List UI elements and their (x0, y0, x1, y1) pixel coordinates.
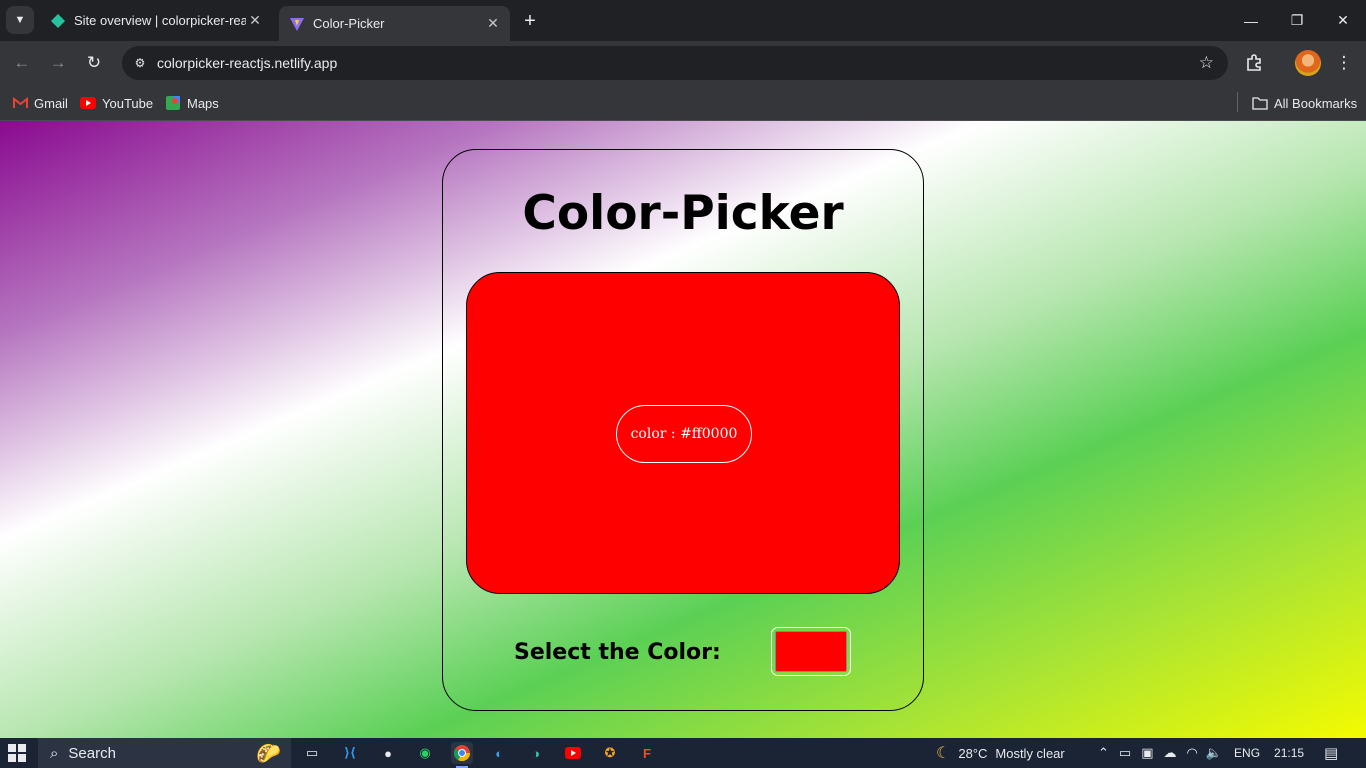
badge-app-icon[interactable]: ✪ (599, 742, 621, 764)
notifications-button[interactable]: ▤ (1324, 738, 1338, 768)
folder-icon (1252, 95, 1268, 111)
address-bar[interactable]: ⚙ colorpicker-reactjs.netlify.app ☆ (122, 46, 1228, 80)
bookmark-youtube[interactable]: YouTube (80, 92, 153, 114)
maps-icon (165, 95, 181, 111)
clock[interactable]: 21:15 (1274, 746, 1304, 760)
github-icon[interactable]: ● (377, 742, 399, 764)
edge-icon[interactable]: ◑ (525, 742, 547, 764)
system-tray[interactable]: ⌃ ▭ ▣ ☁ ◠ 🔈 ENG 21:15 (1098, 738, 1304, 768)
language-indicator[interactable]: ENG (1234, 746, 1260, 760)
browser-toolbar: ← → ↻ ⚙ colorpicker-reactjs.netlify.app … (0, 41, 1366, 85)
search-placeholder: Search (68, 744, 116, 762)
minimize-icon: — (1244, 12, 1258, 29)
notification-icon: ▤ (1324, 745, 1339, 762)
edge-icon[interactable]: ◐ (488, 742, 510, 764)
bookmark-maps[interactable]: Maps (165, 92, 219, 114)
windows-start-button[interactable] (8, 744, 26, 762)
more-vert-icon: ⋮ (1335, 53, 1353, 72)
taco-icon: 🌮 (256, 743, 281, 765)
close-window-button[interactable]: ✕ (1320, 0, 1366, 41)
tune-icon: ⚙ (134, 56, 146, 70)
color-preview: color : #ff0000 (466, 272, 900, 594)
color-value-label: color : #ff0000 (616, 405, 752, 463)
cloud-error-icon: ☁ (1163, 745, 1177, 760)
select-color-label: Select the Color: (514, 640, 721, 665)
close-tab-icon[interactable]: ✕ (246, 12, 264, 30)
vscode-icon[interactable]: ⟩⟨ (339, 742, 361, 764)
chevron-down-icon: ▼ (14, 14, 26, 26)
forward-button[interactable]: → (44, 49, 72, 77)
profile-avatar[interactable] (1295, 50, 1321, 76)
color-picker-card: Color-Picker color : #ff0000 Select the … (442, 149, 924, 711)
puzzle-icon (1247, 54, 1261, 71)
bookmark-gmail[interactable]: Gmail (12, 92, 68, 114)
color-input[interactable] (771, 627, 851, 676)
figma-icon[interactable]: F (636, 742, 658, 764)
arrow-left-icon: ← (13, 53, 31, 72)
gmail-icon (12, 95, 28, 111)
bookmark-star-icon[interactable]: ☆ (1199, 53, 1214, 73)
battery-icon: ▭ (1118, 745, 1132, 760)
tab-site-overview[interactable]: Site overview | colorpicker-react ✕ (40, 6, 272, 35)
moon-cloud-icon: ☾ (936, 745, 951, 762)
tab-strip: ▼ Site overview | colorpicker-react ✕ Co… (0, 0, 1366, 41)
all-bookmarks[interactable]: All Bookmarks (1252, 92, 1357, 114)
chevron-up-icon[interactable]: ⌃ (1098, 745, 1109, 761)
chrome-logo (454, 745, 470, 761)
weather-temp: 28°C (958, 745, 988, 761)
tab-title: Color-Picker (313, 16, 385, 31)
bookmarks-divider (1237, 92, 1238, 112)
bookmarks-bar: Gmail YouTube Maps All Bookmarks (0, 85, 1366, 121)
bookmark-label: Gmail (34, 95, 68, 111)
taskbar: ⌕ Search 🌮 ▭ ⟩⟨ ● ◉ ◐ ◑ ✪ F ☾ 28°C Mostl… (0, 738, 1366, 768)
menu-button[interactable]: ⋮ (1330, 49, 1358, 77)
minimize-button[interactable]: — (1228, 0, 1274, 41)
volume-icon: 🔈 (1205, 745, 1223, 760)
reload-button[interactable]: ↻ (80, 49, 108, 77)
close-icon: ✕ (1337, 12, 1349, 28)
reload-icon: ↻ (86, 53, 102, 72)
new-tab-button[interactable]: + (518, 9, 542, 33)
wifi-icon: ◠ (1186, 745, 1198, 760)
all-bookmarks-label: All Bookmarks (1274, 95, 1358, 111)
vite-icon (290, 17, 304, 31)
task-view-icon[interactable]: ▭ (301, 742, 323, 764)
weather-widget[interactable]: ☾ 28°C Mostly clear (936, 738, 1065, 768)
tab-title: Site overview | colorpicker-react (74, 13, 246, 28)
windows-logo-icon (8, 744, 16, 752)
windows-logo-icon-part (18, 744, 26, 752)
windows-logo-icon-part (8, 754, 16, 762)
search-icon: ⌕ (50, 744, 59, 762)
meet-now-icon: ▣ (1141, 745, 1154, 760)
back-button[interactable]: ← (8, 49, 36, 77)
bookmark-label: YouTube (102, 95, 154, 111)
arrow-right-icon: → (49, 53, 67, 72)
restore-button[interactable]: ❐ (1274, 0, 1320, 41)
bookmark-label: Maps (187, 95, 219, 111)
windows-logo-icon-part (18, 754, 26, 762)
page-title: Color-Picker (522, 186, 844, 241)
restore-icon: ❐ (1290, 12, 1304, 28)
plus-icon: + (524, 9, 536, 32)
youtube-icon[interactable] (562, 742, 584, 764)
whatsapp-icon[interactable]: ◉ (414, 742, 436, 764)
weather-condition: Mostly clear (995, 745, 1065, 761)
tab-color-picker[interactable]: Color-Picker ✕ (279, 6, 510, 41)
chrome-icon[interactable] (451, 742, 473, 768)
extensions-button[interactable] (1240, 49, 1268, 77)
color-swatch (775, 631, 847, 672)
tab-search-button[interactable]: ▼ (6, 6, 34, 34)
url-text[interactable]: colorpicker-reactjs.netlify.app (157, 55, 337, 71)
youtube-icon (80, 95, 96, 111)
taskbar-search[interactable]: ⌕ Search 🌮 (38, 738, 291, 768)
netlify-icon (51, 13, 65, 28)
close-tab-icon[interactable]: ✕ (484, 15, 502, 33)
page-content: Color-Picker color : #ff0000 Select the … (0, 121, 1366, 738)
site-info-button[interactable]: ⚙ (128, 51, 152, 75)
